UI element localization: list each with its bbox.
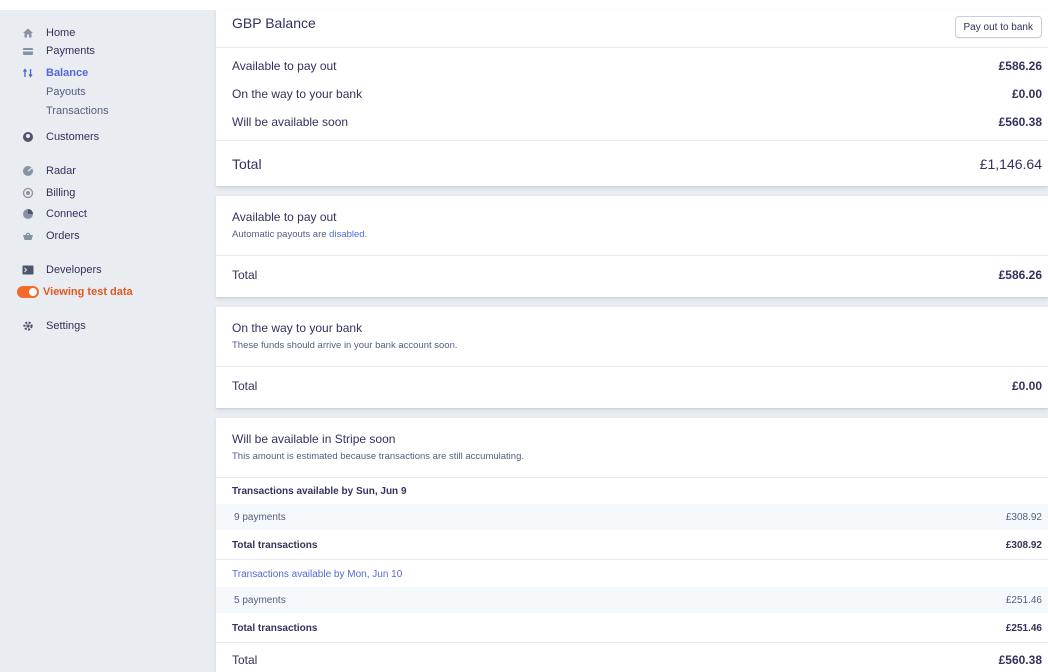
summary-total-row: Total £1,146.64 [216, 153, 1048, 175]
payments-count: 5 payments [234, 594, 286, 606]
total-label: Total [232, 653, 258, 667]
sidebar-item-label: Radar [46, 165, 76, 177]
table-row[interactable]: 9 payments £308.92 [216, 504, 1048, 530]
available-title: Available to pay out [232, 210, 337, 224]
home-icon [22, 27, 34, 39]
sidebar-item-label: Customers [46, 131, 100, 143]
row-label: On the way to your bank [232, 87, 363, 101]
sidebar-item-balance[interactable]: Balance [22, 64, 88, 82]
sidebar-item-label: Billing [46, 187, 76, 199]
sidebar-item-label: Balance [46, 67, 89, 79]
group-heading-jun-9: Transactions available by Sun, Jun 9 [216, 482, 1048, 500]
test-data-toggle[interactable]: Viewing test data [17, 283, 133, 301]
group-total-row: Total transactions £308.92 [216, 536, 1048, 554]
payments-amount: £251.46 [1005, 594, 1042, 606]
sidebar-item-label: Developers [46, 264, 102, 276]
sidebar-item-label: Home [46, 27, 76, 39]
sidebar-item-home[interactable]: Home [22, 24, 75, 42]
group-heading: Transactions available by Sun, Jun 9 [232, 485, 407, 497]
table-row[interactable]: 5 payments £251.46 [216, 587, 1048, 613]
total-amount: £586.26 [998, 268, 1042, 282]
sidebar: Home Payments Balance Payouts Transactio… [0, 10, 208, 672]
sidebar-item-billing[interactable]: Billing [22, 184, 75, 202]
orders-icon [22, 230, 34, 242]
group-heading-jun-10: Transactions available by Mon, Jun 10 [216, 565, 1048, 583]
total-amount: £1,146.64 [979, 156, 1042, 172]
sidebar-item-label: Payments [46, 45, 95, 57]
connect-icon [22, 208, 34, 220]
summary-row-on-the-way: On the way to your bank £0.00 [216, 85, 1048, 103]
customers-icon [22, 131, 34, 143]
sidebar-item-radar[interactable]: Radar [22, 162, 76, 180]
soon-total-row: Total £560.38 [216, 650, 1048, 670]
pay-out-button[interactable]: Pay out to bank [954, 16, 1042, 38]
total-label: Total [232, 268, 258, 282]
payments-amount: £308.92 [1005, 511, 1042, 523]
sidebar-item-settings[interactable]: Settings [22, 317, 86, 335]
sidebar-item-connect[interactable]: Connect [22, 205, 87, 223]
available-card: Available to pay out Automatic payouts a… [216, 196, 1048, 297]
sidebar-item-label: Settings [46, 320, 86, 332]
summary-row-available: Available to pay out £586.26 [216, 57, 1048, 75]
available-soon-card: Will be available in Stripe soon This am… [216, 418, 1048, 672]
row-label: Available to pay out [232, 59, 337, 73]
radar-icon [22, 165, 34, 177]
sidebar-item-payments[interactable]: Payments [22, 42, 95, 60]
sidebar-item-customers[interactable]: Customers [22, 128, 99, 146]
top-strip [0, 0, 1048, 10]
balance-summary-card: GBP Balance Pay out to bank Available to… [216, 10, 1048, 186]
group-total-label: Total transactions [232, 539, 318, 551]
sidebar-item-orders[interactable]: Orders [22, 227, 80, 245]
disabled-link[interactable]: disabled. [329, 229, 367, 240]
payments-icon [22, 45, 34, 57]
sidebar-item-developers[interactable]: Developers [22, 261, 102, 279]
gear-icon [22, 320, 34, 332]
row-amount: £560.38 [998, 115, 1042, 129]
total-label: Total [232, 156, 262, 172]
group-total-label: Total transactions [232, 622, 318, 634]
available-total-row: Total £586.26 [216, 266, 1048, 284]
sidebar-item-label: Orders [46, 230, 80, 242]
test-data-label: Viewing test data [43, 286, 133, 298]
sidebar-item-label: Connect [46, 208, 87, 220]
total-label: Total [232, 379, 258, 393]
on-the-way-title: On the way to your bank [232, 321, 363, 335]
soon-title: Will be available in Stripe soon [232, 432, 396, 446]
summary-row-soon: Will be available soon £560.38 [216, 113, 1048, 131]
billing-icon [22, 187, 34, 199]
group-total-amount: £308.92 [1005, 539, 1042, 551]
soon-subtitle: This amount is estimated because transac… [232, 451, 524, 462]
row-amount: £586.26 [998, 59, 1042, 73]
toggle-switch[interactable] [17, 286, 39, 298]
balance-title: GBP Balance [232, 15, 316, 31]
group-total-row: Total transactions £251.46 [216, 619, 1048, 637]
sidebar-subitem-payouts[interactable]: Payouts [46, 84, 86, 100]
row-label: Will be available soon [232, 115, 349, 129]
group-heading-link[interactable]: Transactions available by Mon, Jun 10 [232, 569, 402, 580]
sidebar-subitem-transactions[interactable]: Transactions [46, 103, 109, 119]
total-amount: £0.00 [1011, 379, 1042, 393]
terminal-icon [22, 264, 34, 276]
available-subtitle: Automatic payouts are disabled. [232, 229, 368, 240]
total-amount: £560.38 [998, 653, 1042, 667]
balance-icon [22, 67, 34, 79]
on-the-way-subtitle: These funds should arrive in your bank a… [232, 340, 458, 351]
group-total-amount: £251.46 [1005, 622, 1042, 634]
on-the-way-card: On the way to your bank These funds shou… [216, 307, 1048, 408]
payments-count: 9 payments [234, 511, 286, 523]
on-the-way-total-row: Total £0.00 [216, 377, 1048, 395]
row-amount: £0.00 [1011, 87, 1042, 101]
